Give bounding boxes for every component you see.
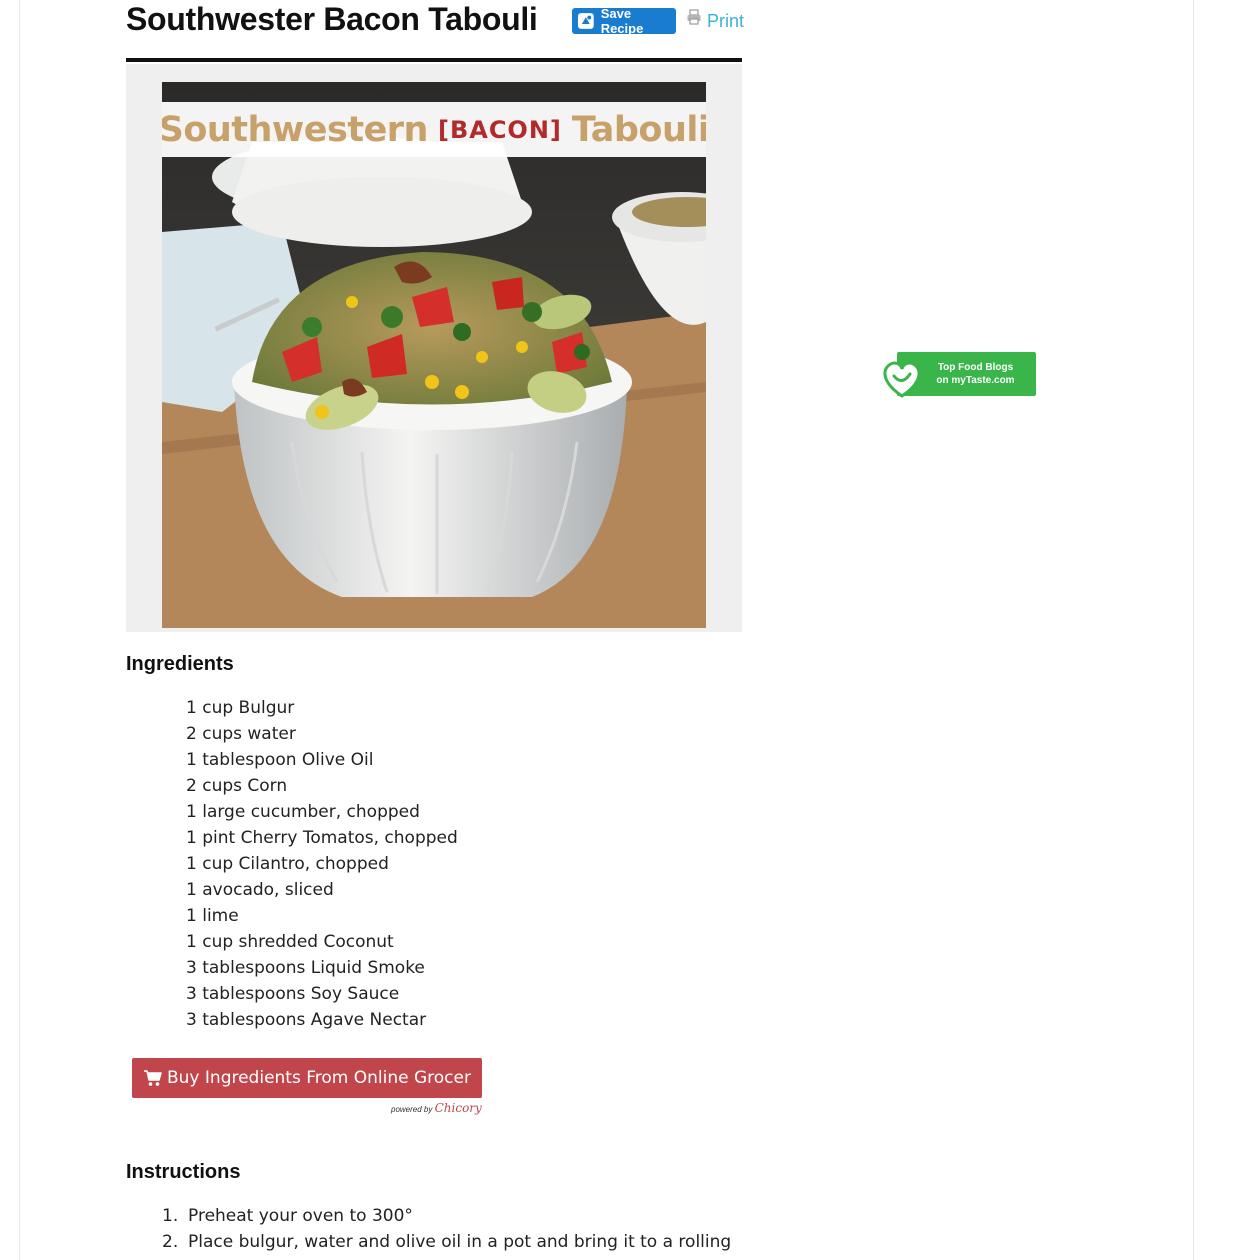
ingredient-item: 2 cups Corn [186, 776, 288, 796]
instructions-heading: Instructions [126, 1161, 241, 1183]
banner-word-southwestern: Southwestern [162, 109, 428, 150]
printer-icon [687, 9, 701, 25]
save-recipe-icon [577, 13, 594, 29]
ingredient-item: 1 large cucumber, chopped [186, 802, 420, 822]
badge-line-2: on myTaste.com [936, 375, 1015, 386]
step-number: 1. [162, 1206, 179, 1226]
ingredient-item: 3 tablespoons Soy Sauce [186, 984, 400, 1004]
instructions-list: 1. Preheat your oven to 300° 2. Place bulg… [162, 1203, 731, 1255]
save-recipe-label: Save Recipe [600, 6, 644, 36]
ingredients-heading: Ingredients [126, 653, 234, 675]
heart-icon [883, 361, 921, 398]
ingredient-item: 1 cup Cilantro, chopped [186, 854, 389, 874]
ingredient-item: 3 tablespoons Agave Nectar [186, 1010, 427, 1030]
ingredient-item: 1 avocado, sliced [186, 880, 334, 900]
ingredient-item: 1 tablespoon Olive Oil [186, 750, 374, 770]
chicory-logo: Chicory [434, 1101, 482, 1115]
recipe-title: Southwester Bacon Tabouli [126, 1, 538, 37]
tabouli-bowl-image [162, 82, 706, 628]
buy-ingredients-button[interactable]: Buy Ingredients From Online Grocer [132, 1058, 482, 1098]
step-number: 2. [162, 1232, 179, 1252]
buy-ingredients-label: Buy Ingredients From Online Grocer [167, 1068, 471, 1088]
banner-word-bacon: [BACON] [437, 115, 562, 144]
print-label: Print [707, 10, 745, 31]
ingredient-item: 1 lime [186, 906, 239, 926]
shopping-cart-icon [144, 1070, 162, 1086]
ingredients-list: 1 cup Bulgur 2 cups water 1 tablespoon O… [186, 695, 458, 1033]
photo-title-banner: Southwestern [BACON] Tabouli [162, 102, 706, 157]
badge-line-1: Top Food Blogs [937, 362, 1014, 373]
powered-by-label: powered by [391, 1105, 433, 1114]
instruction-step: 2. Place bulgur, water and olive oil in a… [162, 1229, 731, 1255]
save-recipe-button[interactable]: Save Recipe [572, 6, 676, 36]
mytaste-badge[interactable]: Top Food Blogs on myTaste.com [880, 352, 1036, 398]
ingredient-item: 1 pint Cherry Tomatos, chopped [186, 828, 458, 848]
ingredient-item: 2 cups water [186, 724, 296, 744]
step-text: Preheat your oven to 300° [188, 1206, 413, 1226]
ingredient-item: 1 cup Bulgur [186, 698, 295, 718]
header-divider [126, 58, 742, 62]
step-text: Place bulgur, water and olive oil in a p… [188, 1232, 732, 1252]
instruction-step: 1. Preheat your oven to 300° [162, 1203, 731, 1229]
ingredient-item: 1 cup shredded Coconut [186, 932, 394, 952]
ingredient-item: 3 tablespoons Liquid Smoke [186, 958, 425, 978]
recipe-header: Southwester Bacon Tabouli Save Recipe Pr… [126, 0, 744, 58]
print-link[interactable]: Print [686, 8, 744, 34]
recipe-photo: Southwestern [BACON] Tabouli [162, 82, 706, 628]
recipe-image-panel: Southwestern [BACON] Tabouli [126, 64, 742, 632]
powered-by-chicory[interactable]: powered by Chicory [391, 1101, 482, 1115]
banner-word-tabouli: Tabouli [571, 109, 706, 150]
